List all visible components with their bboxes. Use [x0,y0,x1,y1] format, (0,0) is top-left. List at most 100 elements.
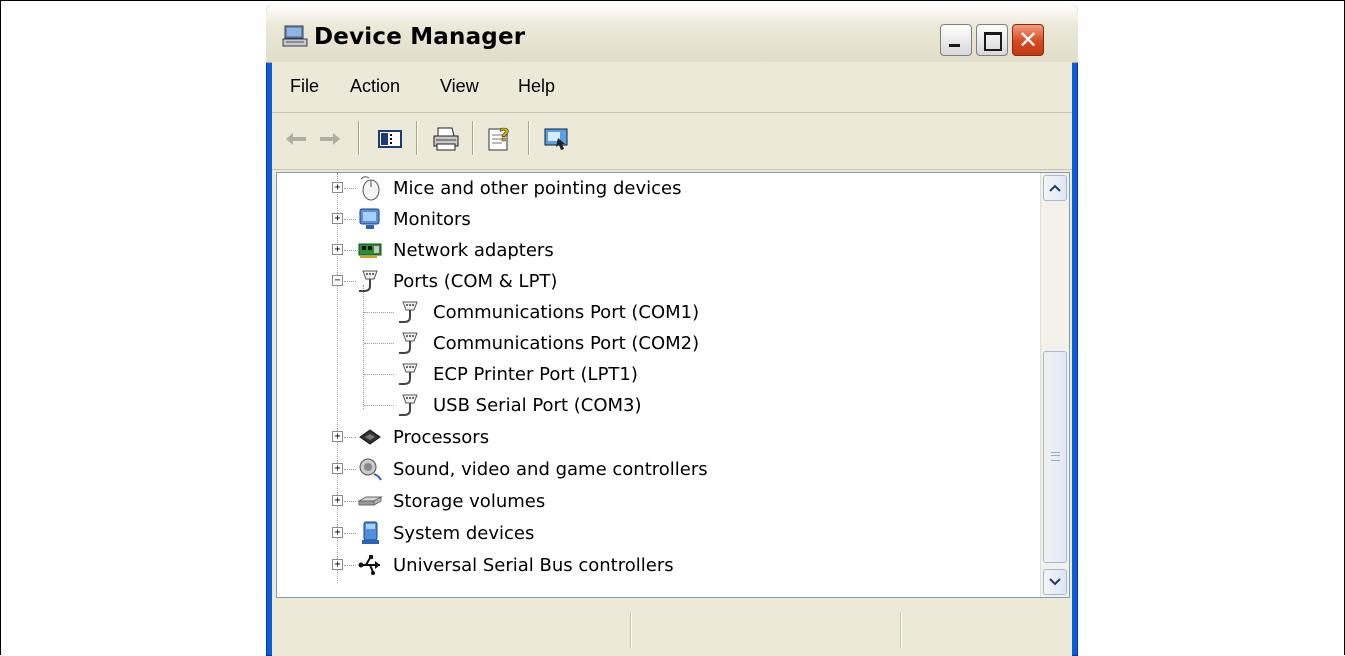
tree-connector [364,343,394,344]
scroll-up-button[interactable] [1043,175,1067,201]
tree-item-label: ECP Printer Port (LPT1) [433,364,638,385]
close-button[interactable]: ✕ [1012,24,1044,56]
maximize-button[interactable] [976,24,1008,56]
chevron-down-icon [1049,578,1061,586]
cpu-icon [359,429,381,445]
collapse-button[interactable]: − [332,275,343,286]
tree-connector [364,312,394,313]
toolbar-separator [528,121,529,155]
tree-connector [344,565,356,566]
print-icon [433,127,459,151]
port-icon [359,270,378,292]
port-icon [399,301,418,323]
tree-connector [344,219,356,220]
tree-connector [344,281,356,282]
forward-button[interactable] [316,125,344,153]
tree-item-sound[interactable]: + Sound, video and game controllers [277,454,1037,484]
menu-file[interactable]: File [290,76,319,97]
print-button[interactable] [432,125,460,153]
tree-item-mice[interactable]: + Mice and other pointing devices [277,173,1037,203]
show-hide-console-tree-icon [378,130,402,148]
expand-button[interactable]: + [332,182,343,193]
menu-help[interactable]: Help [518,76,555,97]
expand-button[interactable]: + [332,527,343,538]
menu-bar: File Action View Help [272,62,1072,113]
chevron-up-icon [1049,184,1061,192]
tree-item-label: Mice and other pointing devices [393,178,682,199]
tree-item-label: Communications Port (COM2) [433,333,700,354]
back-button[interactable] [282,125,310,153]
tree-item-label: Communications Port (COM1) [433,302,700,323]
expand-button[interactable]: + [332,213,343,224]
expand-button[interactable]: + [332,244,343,255]
menu-action[interactable]: Action [350,76,400,97]
tree-item-label: Ports (COM & LPT) [393,271,558,292]
tree-item-processors[interactable]: + Processors [277,422,1037,452]
tree-item-com1[interactable]: Communications Port (COM1) [277,297,1037,327]
tree-item-lpt1[interactable]: ECP Printer Port (LPT1) [277,359,1037,389]
update-driver-button[interactable] [542,125,570,153]
tree-item-system-devices[interactable]: + System devices [277,518,1037,548]
scroll-down-button[interactable] [1043,569,1067,595]
tree-connector [344,469,356,470]
tree-item-label: Network adapters [393,240,554,261]
device-tree[interactable]: + Mice and other pointing devices + Moni… [276,172,1070,598]
close-icon: ✕ [1018,26,1039,54]
tree-item-network-adapters[interactable]: + Network adapters [277,235,1037,265]
computer-icon [282,25,308,47]
tree-item-label: Universal Serial Bus controllers [393,555,674,576]
tree-item-label: System devices [393,523,535,544]
menu-view[interactable]: View [440,76,479,97]
toolbar: ? [272,113,1072,170]
tree-connector [344,501,356,502]
window-title: Device Manager [314,24,526,50]
back-arrow-icon [286,133,306,145]
tree-item-label: USB Serial Port (COM3) [433,395,642,416]
properties-button[interactable]: ? [486,125,514,153]
expand-button[interactable]: + [332,463,343,474]
tree-item-com2[interactable]: Communications Port (COM2) [277,328,1037,358]
grip-icon [1051,452,1060,461]
window-body: File Action View Help ? + Mice and other… [272,62,1072,656]
scroll-thumb[interactable] [1043,351,1067,563]
title-bar[interactable]: Device Manager ✕ [266,4,1078,63]
toolbar-separator [358,121,359,155]
usb-icon [358,555,380,575]
port-icon [399,394,418,416]
speaker-icon [359,458,382,481]
tree-connector [344,250,356,251]
tree-item-monitors[interactable]: + Monitors [277,204,1037,234]
minimize-button[interactable] [940,24,972,56]
network-card-icon [358,243,382,258]
tree-item-com3[interactable]: USB Serial Port (COM3) [277,390,1037,420]
tree-item-storage[interactable]: + Storage volumes [277,486,1037,516]
expand-button[interactable]: + [332,495,343,506]
port-icon [399,363,418,385]
tree-connector [344,188,356,189]
tree-connector [364,405,394,406]
properties-help-icon: ? [488,125,510,151]
vertical-scrollbar[interactable] [1040,173,1069,597]
tree-connector [344,533,356,534]
forward-arrow-icon [320,133,340,145]
svg-text:?: ? [499,125,509,146]
status-bar [272,608,1072,656]
tree-item-label: Monitors [393,209,471,230]
tree-item-label: Storage volumes [393,491,546,512]
update-driver-icon [544,128,568,150]
show-hide-tree-button[interactable] [376,125,404,153]
expand-button[interactable]: + [332,431,343,442]
tree-item-ports[interactable]: − Ports (COM & LPT) [277,266,1037,296]
tree-item-label: Sound, video and game controllers [393,459,708,480]
tree-connector [364,374,394,375]
system-device-icon [362,521,379,544]
tree-item-usb[interactable]: + Universal Serial Bus controllers [277,550,1037,580]
toolbar-separator [472,121,473,155]
mouse-icon [360,176,380,201]
tree-connector [344,437,356,438]
port-icon [399,332,418,354]
expand-button[interactable]: + [332,559,343,570]
status-cell [632,612,901,648]
disk-icon [357,496,383,506]
toolbar-separator [416,121,417,155]
